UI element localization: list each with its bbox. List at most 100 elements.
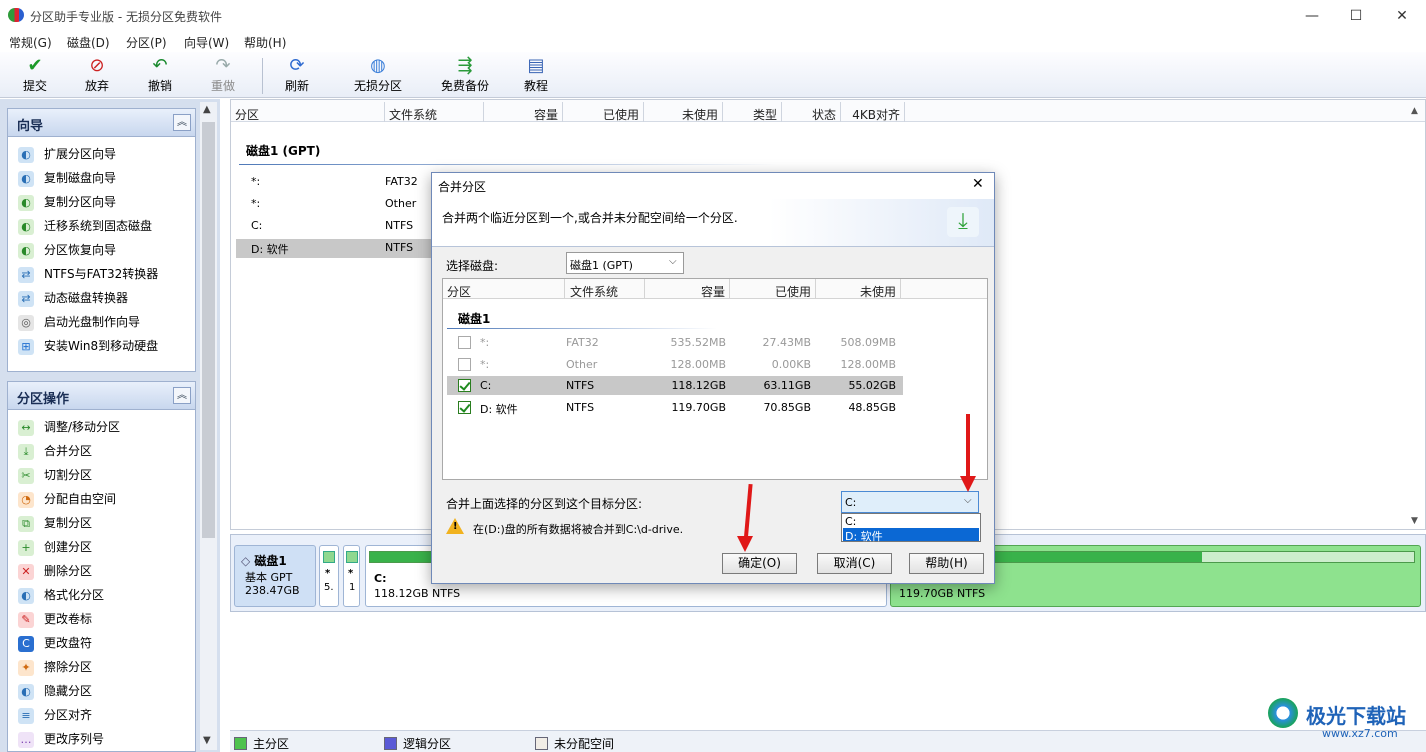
disk-icon: ◐ (18, 242, 34, 259)
col-used[interactable]: 已使用 (731, 279, 816, 299)
option-c[interactable]: C: (843, 515, 979, 528)
wizard-item-dynamic[interactable]: ⇄ 动态磁盘转换器 (18, 289, 128, 311)
allocate-icon: ◔ (18, 491, 34, 508)
wizard-item-ntfs-fat32[interactable]: ⇄ NTFS与FAT32转换器 (18, 265, 158, 287)
help-button[interactable]: 帮助(H) (909, 553, 984, 574)
partition-usage-bar (346, 551, 358, 563)
table-row[interactable]: D: 软件 NTFS 119.70GB 70.85GB 48.85GB (447, 397, 903, 419)
menu-disk[interactable]: 磁盘(D) (67, 34, 110, 51)
backup-icon: ⇶ (457, 55, 473, 76)
free-backup-button[interactable]: ⇶ 免费备份 (427, 54, 503, 96)
wizard-item-bootcd[interactable]: ◎ 启动光盘制作向导 (18, 313, 140, 335)
refresh-button[interactable]: ⟳ 刷新 (267, 54, 327, 96)
annotation-arrowhead (960, 476, 976, 492)
chevron-down-icon: ⌵ (669, 256, 677, 267)
col-used[interactable]: 已使用 (564, 102, 644, 122)
op-label[interactable]: ✎ 更改卷标 (18, 610, 92, 632)
merge-partition-dialog: 合并分区 ✕ 合并两个临近分区到一个,或合并未分配空间给一个分区. ⤓ 选择磁盘… (431, 172, 995, 584)
table-row[interactable]: *: FAT32 535.52MB 27.43MB 508.09MB (447, 331, 903, 353)
op-wipe[interactable]: ✦ 擦除分区 (18, 658, 92, 680)
op-split[interactable]: ✂ 切割分区 (18, 466, 92, 488)
copy-icon: ⧉ (18, 515, 34, 532)
target-partition-dropdown[interactable]: C: ⌵ (841, 491, 979, 513)
col-capacity[interactable]: 容量 (646, 279, 730, 299)
redo-button[interactable]: ↷ 重做 (193, 54, 253, 96)
partition-usage-bar (323, 551, 335, 563)
op-serial[interactable]: … 更改序列号 (18, 730, 104, 752)
merge-icon: ⤓ (18, 443, 34, 460)
collapse-icon[interactable]: ︽ (173, 114, 191, 131)
disk-divider (447, 328, 717, 329)
col-partition[interactable]: 分区 (235, 102, 385, 122)
col-4k[interactable]: 4KB对齐 (842, 102, 905, 122)
wizard-item-copy-disk[interactable]: ◐ 复制磁盘向导 (18, 169, 116, 191)
menu-help[interactable]: 帮助(H) (244, 34, 286, 51)
partition-block[interactable]: * 5. (319, 545, 339, 607)
chevron-down-icon: ⌵ (964, 495, 972, 506)
tutorial-button[interactable]: ▤ 教程 (506, 54, 566, 96)
partition-block[interactable]: * 1 (343, 545, 360, 607)
discard-button[interactable]: ⊘ 放弃 (67, 54, 127, 96)
minimize-icon[interactable]: — (1302, 6, 1322, 26)
scroll-down-icon[interactable]: ▼ (203, 735, 211, 746)
select-disk-dropdown[interactable]: 磁盘1 (GPT) ⌵ (566, 252, 684, 274)
table-row-selected[interactable]: C: NTFS 118.12GB 63.11GB 55.02GB (447, 376, 903, 395)
op-delete[interactable]: ✕ 删除分区 (18, 562, 92, 584)
collapse-icon[interactable]: ︽ (173, 387, 191, 404)
maximize-icon[interactable]: ☐ (1346, 6, 1366, 26)
menu-general[interactable]: 常规(G) (9, 34, 52, 51)
scroll-down-icon[interactable]: ▼ (1411, 516, 1418, 526)
table-row-selected[interactable]: D: 软件 NTFS (236, 239, 436, 258)
wizard-item-extend[interactable]: ◐ 扩展分区向导 (18, 145, 116, 167)
col-filesystem[interactable]: 文件系统 (389, 102, 484, 122)
disk-icon: ◐ (18, 146, 34, 163)
op-format[interactable]: ◐ 格式化分区 (18, 586, 104, 608)
op-align[interactable]: ≡ 分区对齐 (18, 706, 92, 728)
watermark-url: www.xz7.com (1322, 727, 1398, 740)
menu-partition[interactable]: 分区(P) (126, 34, 167, 51)
row-checkbox[interactable] (458, 358, 471, 371)
lossless-partition-button[interactable]: ◍ 无损分区 (340, 54, 416, 96)
col-type[interactable]: 类型 (724, 102, 782, 122)
redo-icon: ↷ (215, 55, 231, 76)
letter-icon: C (18, 635, 34, 652)
label-icon: ✎ (18, 611, 34, 628)
op-letter[interactable]: C 更改盘符 (18, 634, 92, 656)
option-d[interactable]: D: 软件 (843, 528, 979, 543)
wizard-item-copy-partition[interactable]: ◐ 复制分区向导 (18, 193, 116, 215)
close-icon[interactable]: ✕ (1392, 6, 1412, 26)
wizard-item-win8[interactable]: ⊞ 安装Win8到移动硬盘 (18, 337, 158, 359)
table-row[interactable]: *: Other 128.00MB 0.00KB 128.00MB (447, 353, 903, 375)
row-checkbox-checked[interactable] (458, 379, 471, 392)
menu-wizard[interactable]: 向导(W) (184, 34, 229, 51)
dialog-close-icon[interactable]: ✕ (972, 176, 984, 192)
cancel-button[interactable]: 取消(C) (817, 553, 892, 574)
convert-icon: ⇄ (18, 266, 34, 283)
op-merge[interactable]: ⤓ 合并分区 (18, 442, 92, 464)
col-free[interactable]: 未使用 (817, 279, 901, 299)
dialog-titlebar: 合并分区 ✕ (432, 173, 994, 199)
submit-button[interactable]: ✔ 提交 (5, 54, 65, 96)
ok-button[interactable]: 确定(O) (722, 553, 797, 574)
scroll-up-icon[interactable]: ▲ (1411, 106, 1418, 116)
wizard-item-recovery[interactable]: ◐ 分区恢复向导 (18, 241, 116, 263)
op-allocate[interactable]: ◔ 分配自由空间 (18, 490, 116, 512)
col-free[interactable]: 未使用 (645, 102, 723, 122)
wizard-item-migrate-ssd[interactable]: ◐ 迁移系统到固态磁盘 (18, 217, 152, 239)
op-copy[interactable]: ⧉ 复制分区 (18, 514, 92, 536)
undo-button[interactable]: ↶ 撤销 (130, 54, 190, 96)
scroll-up-icon[interactable]: ▲ (203, 104, 211, 115)
op-resize[interactable]: ↔ 调整/移动分区 (18, 418, 120, 440)
col-partition[interactable]: 分区 (447, 279, 565, 299)
col-status[interactable]: 状态 (783, 102, 841, 122)
row-checkbox[interactable] (458, 336, 471, 349)
col-filesystem[interactable]: 文件系统 (570, 279, 645, 299)
op-hide[interactable]: ◐ 隐藏分区 (18, 682, 92, 704)
left-scrollbar-thumb[interactable] (202, 122, 215, 538)
row-checkbox-checked[interactable] (458, 401, 471, 414)
disk-info-box[interactable]: ◇ 磁盘1 基本 GPT 238.47GB (234, 545, 316, 607)
app-icon (8, 8, 24, 22)
col-capacity[interactable]: 容量 (485, 102, 563, 122)
ops-panel-header: 分区操作 ︽ (8, 382, 195, 410)
op-create[interactable]: + 创建分区 (18, 538, 92, 560)
